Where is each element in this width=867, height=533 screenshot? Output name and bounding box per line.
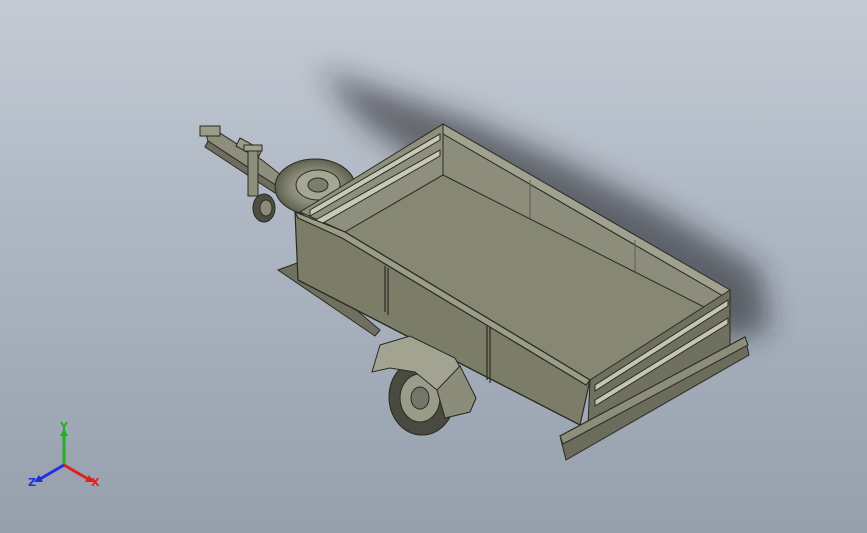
x-axis-label: X [91,476,100,489]
z-axis-label: Z [28,476,36,489]
y-axis-label: Y [60,420,68,433]
graphics-viewport[interactable]: Y X Z [0,0,867,533]
trailer-3d-model[interactable] [0,0,867,533]
